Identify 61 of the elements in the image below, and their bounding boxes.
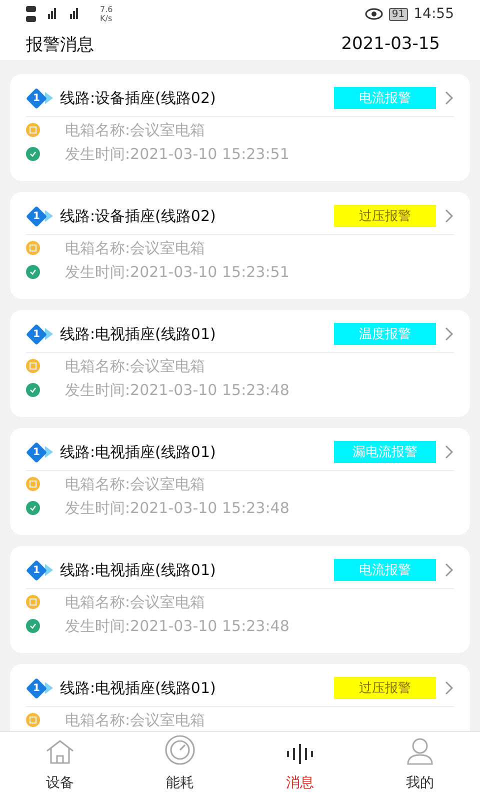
check-icon (26, 619, 40, 633)
battery-level: 91 (388, 8, 408, 20)
alarm-type-tag: 漏电流报警 (334, 441, 436, 463)
box-name: 电箱名称:会议室电箱 (65, 710, 206, 730)
check-icon (26, 501, 40, 515)
page-title: 报警消息 (26, 34, 94, 56)
home-icon (44, 738, 76, 766)
box-name: 电箱名称:会议室电箱 (65, 120, 206, 140)
tab-item[interactable]: 我的 (360, 732, 480, 800)
alarm-type-tag: 过压报警 (334, 677, 436, 699)
chevron-icon (44, 563, 54, 577)
line-name: 线路:电视插座(线路01) (60, 560, 217, 580)
chevron-icon (44, 445, 54, 459)
box-name: 电箱名称:会议室电箱 (65, 474, 206, 494)
eye-icon (364, 8, 383, 20)
alarm-type-tag: 电流报警 (334, 87, 436, 109)
alarm-card[interactable]: 1 线路:电视插座(线路01) 过压报警 电箱名称:会议室电箱 (10, 664, 470, 731)
chevron-right-icon (444, 326, 454, 342)
box-name: 电箱名称:会议室电箱 (65, 238, 206, 258)
occurrence-time: 发生时间:2021-03-10 15:23:48 (65, 380, 290, 400)
check-icon (26, 265, 40, 279)
chevron-icon (44, 681, 54, 695)
line-name: 线路:电视插座(线路01) (60, 678, 217, 698)
tab-item[interactable]: 设备 (0, 732, 120, 800)
chevron-icon (44, 209, 54, 223)
chevron-right-icon (444, 444, 454, 460)
user-icon (405, 736, 435, 766)
alarm-card[interactable]: 1 线路:设备插座(线路02) 电流报警 电箱名称:会议室电箱 发生时间:2021-03-10 15:23:51 (10, 74, 470, 181)
line-name: 线路:电视插座(线路01) (60, 442, 217, 462)
occurrence-time: 发生时间:2021-03-10 15:23:48 (65, 498, 290, 518)
chevron-right-icon (444, 680, 454, 696)
chevron-right-icon (444, 90, 454, 106)
alarm-card[interactable]: 1 线路:电视插座(线路01) 温度报警 电箱名称:会议室电箱 发生时间:2021-03-10 15:23:48 (10, 310, 470, 417)
check-icon (26, 383, 40, 397)
line-name: 线路:设备插座(线路02) (60, 88, 217, 108)
occurrence-time: 发生时间:2021-03-10 15:23:51 (65, 144, 290, 164)
occurrence-time: 发生时间:2021-03-10 15:23:51 (65, 262, 290, 282)
chevron-right-icon (444, 208, 454, 224)
box-name: 电箱名称:会议室电箱 (65, 592, 206, 612)
chevron-icon (44, 327, 54, 341)
alarm-type-tag: 电流报警 (334, 559, 436, 581)
network-speed-unit: K/s (100, 14, 113, 23)
network-speed: 7.6 (100, 5, 113, 14)
sound-wave-icon (285, 742, 315, 766)
line-name: 线路:电视插座(线路01) (60, 324, 217, 344)
header-date: 2021-03-15 (341, 34, 440, 54)
line-name: 线路:设备插座(线路02) (60, 206, 217, 226)
box-name: 电箱名称:会议室电箱 (65, 356, 206, 376)
alarm-card[interactable]: 1 线路:设备插座(线路02) 过压报警 电箱名称:会议室电箱 发生时间:2021-03-10 15:23:51 (10, 192, 470, 299)
clock-time: 14:55 (414, 6, 454, 22)
gauge-icon (164, 734, 196, 766)
tab-item[interactable]: 消息 (240, 732, 360, 800)
alarm-card[interactable]: 1 线路:电视插座(线路01) 漏电流报警 电箱名称:会议室电箱 发生时间:2021-03-10 15:23:48 (10, 428, 470, 535)
chevron-icon (44, 91, 54, 105)
alarm-type-tag: 过压报警 (334, 205, 436, 227)
check-icon (26, 147, 40, 161)
alarm-type-tag: 温度报警 (334, 323, 436, 345)
alarm-card[interactable]: 1 线路:电视插座(线路01) 电流报警 电箱名称:会议室电箱 发生时间:2021-03-10 15:23:48 (10, 546, 470, 653)
tab-item[interactable]: 能耗 (120, 732, 240, 800)
chevron-right-icon (444, 562, 454, 578)
occurrence-time: 发生时间:2021-03-10 15:23:48 (65, 616, 290, 636)
